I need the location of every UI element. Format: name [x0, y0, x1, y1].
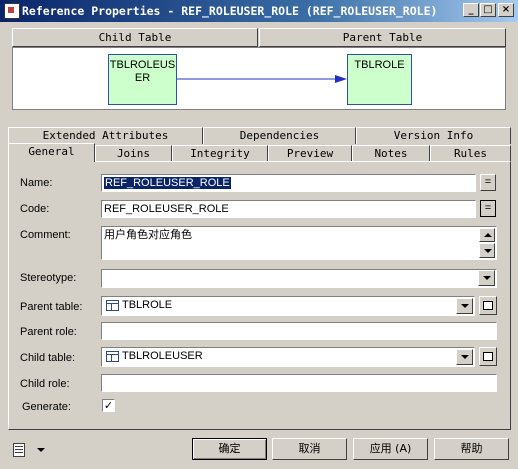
- app-icon: [4, 3, 20, 19]
- parent-table-combobox[interactable]: TBLROLE: [101, 296, 475, 316]
- parent-table-properties-button[interactable]: [479, 296, 497, 315]
- child-table-name-line1: TBLROLEUS: [109, 59, 176, 71]
- menu-dropdown-arrow-icon[interactable]: [37, 448, 45, 452]
- child-table-combobox[interactable]: TBLROLEUSER: [101, 347, 475, 367]
- ok-button[interactable]: 确定: [192, 438, 267, 460]
- properties-icon: [483, 301, 493, 310]
- stereotype-dropdown-arrow[interactable]: [478, 270, 495, 286]
- child-table-name-line2: ER: [134, 72, 151, 84]
- parent-table-box[interactable]: TBLROLE: [347, 54, 412, 105]
- tab-integrity[interactable]: Integrity: [172, 145, 268, 162]
- stereotype-combobox[interactable]: [101, 269, 497, 288]
- reference-arrow: [177, 75, 347, 83]
- document-line: [15, 446, 23, 447]
- code-label: Code:: [20, 203, 50, 215]
- code-field[interactable]: REF_ROLEUSER_ROLE: [101, 200, 476, 218]
- comment-textarea[interactable]: 用户角色对应角色: [101, 226, 497, 260]
- child-table-properties-button[interactable]: [479, 347, 497, 366]
- table-icon: [106, 300, 119, 311]
- scroll-down-icon: [484, 249, 492, 253]
- name-value: REF_ROLEUSER_ROLE: [104, 177, 231, 189]
- parent-table-value: TBLROLE: [122, 299, 173, 311]
- cancel-button[interactable]: 取消: [272, 438, 347, 460]
- name-field[interactable]: REF_ROLEUSER_ROLE: [101, 174, 476, 192]
- document-line: [15, 452, 23, 453]
- parent-role-label: Parent role:: [20, 326, 77, 338]
- tab-dependencies[interactable]: Dependencies: [203, 127, 356, 144]
- properties-icon: [483, 352, 493, 361]
- child-table-header: Child Table: [12, 28, 258, 47]
- tab-general[interactable]: General: [8, 143, 95, 162]
- parent-table-label: Parent table:: [20, 301, 83, 313]
- help-button[interactable]: 帮助: [434, 438, 509, 460]
- name-code-sync-button[interactable]: =: [480, 174, 496, 191]
- child-role-label: Child role:: [20, 378, 70, 390]
- child-table-value: TBLROLEUSER: [122, 350, 203, 362]
- scroll-up-icon: [484, 233, 492, 237]
- minimize-button[interactable]: _: [463, 3, 479, 17]
- generate-label: Generate:: [22, 401, 71, 413]
- tab-notes[interactable]: Notes: [352, 145, 430, 162]
- code-sync-button[interactable]: =: [480, 200, 496, 217]
- stereotype-label: Stereotype:: [20, 272, 77, 284]
- reference-diagram: TBLROLEUS ER TBLROLE: [12, 47, 506, 110]
- close-button[interactable]: ×: [498, 3, 514, 17]
- parent-table-name: TBLROLE: [354, 59, 405, 71]
- document-line: [15, 449, 23, 450]
- window-titlebar[interactable]: Reference Properties - REF_ROLEUSER_ROLE…: [0, 0, 518, 22]
- parent-table-dropdown-arrow[interactable]: [456, 298, 473, 314]
- tab-joins[interactable]: Joins: [95, 145, 172, 162]
- comment-label: Comment:: [20, 229, 71, 241]
- child-role-field[interactable]: [101, 374, 497, 392]
- more-options-menu-icon[interactable]: [13, 443, 29, 459]
- parent-role-field[interactable]: [101, 322, 497, 340]
- comment-scroll-up-button[interactable]: [479, 228, 495, 242]
- name-label: Name:: [20, 177, 53, 189]
- generate-checkbox[interactable]: ✓: [102, 399, 115, 412]
- child-table-dropdown-arrow[interactable]: [456, 349, 473, 365]
- comment-scroll-down-button[interactable]: [479, 243, 495, 258]
- child-table-label: Child table:: [20, 352, 76, 364]
- tab-extended-attributes[interactable]: Extended Attributes: [8, 127, 203, 144]
- window-title: Reference Properties - REF_ROLEUSER_ROLE…: [22, 4, 438, 18]
- tab-rules[interactable]: Rules: [430, 145, 511, 162]
- table-icon: [106, 351, 119, 362]
- maximize-button[interactable]: □: [480, 3, 496, 17]
- apply-button[interactable]: 应用 (A): [353, 438, 428, 460]
- child-table-box[interactable]: TBLROLEUS ER: [108, 54, 177, 105]
- tab-version-info[interactable]: Version Info: [356, 127, 511, 144]
- tab-preview[interactable]: Preview: [268, 145, 352, 162]
- parent-table-header: Parent Table: [259, 28, 506, 47]
